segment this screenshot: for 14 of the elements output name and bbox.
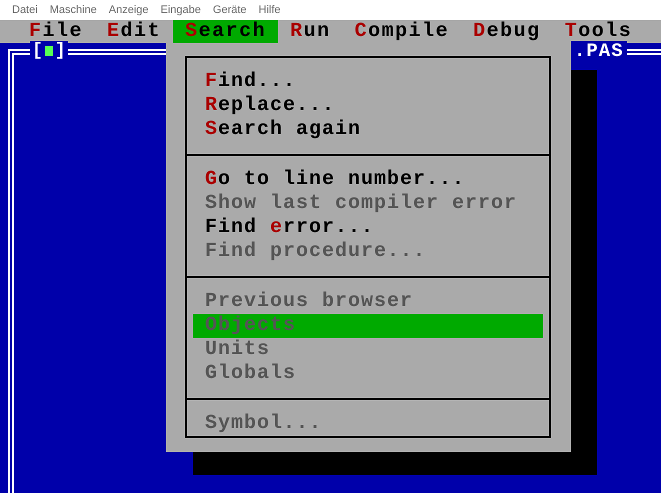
close-square-icon	[44, 46, 53, 56]
host-menu-item[interactable]: Anzeige	[102, 4, 155, 16]
dropdown-item[interactable]: Go to line number...	[193, 168, 543, 192]
host-menu-item[interactable]: Datei	[6, 4, 44, 16]
window-close-box[interactable]: [ ]	[30, 41, 68, 61]
host-menu-item[interactable]: Geräte	[206, 4, 253, 16]
dropdown-item[interactable]: Find...	[193, 70, 543, 94]
dropdown-item[interactable]: Search again	[193, 118, 543, 142]
host-menu-item[interactable]: Maschine	[44, 4, 103, 16]
host-menu-item[interactable]: Hilfe	[252, 4, 287, 16]
menu-item[interactable]: Search	[173, 20, 278, 43]
host-menu-item[interactable]: Eingabe	[154, 4, 207, 16]
dropdown-item[interactable]: Find error...	[193, 216, 543, 240]
dropdown-item[interactable]: Replace...	[193, 94, 543, 118]
